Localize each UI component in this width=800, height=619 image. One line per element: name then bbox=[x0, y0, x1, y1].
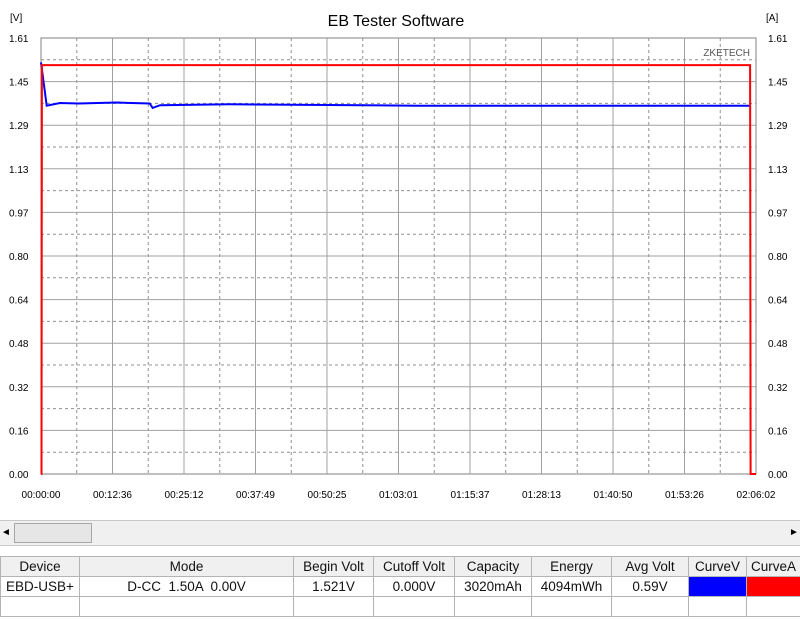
header-curve-a[interactable]: CurveA bbox=[746, 556, 800, 577]
header-energy[interactable]: Energy bbox=[531, 556, 612, 577]
x-tick-label: 02:06:02 bbox=[737, 490, 776, 501]
x-tick-label: 00:50:25 bbox=[308, 490, 347, 501]
cell-device: EBD-USB+ bbox=[0, 576, 80, 597]
y-tick-label-right: 1.61 bbox=[768, 34, 788, 45]
cell-cutoff-volt: 0.000V bbox=[373, 576, 455, 597]
x-tick-label: 01:03:01 bbox=[379, 490, 418, 501]
right-y-axis: 1.61 1.45 1.29 1.13 0.97 0.80 0.64 0.48 0.32 0.16… bbox=[768, 34, 788, 481]
cell-energy: 4094mWh bbox=[531, 576, 612, 597]
y-tick-label-left: 0.48 bbox=[9, 339, 29, 350]
y-tick-label-right: 1.29 bbox=[768, 121, 788, 132]
header-cutoff-volt[interactable]: Cutoff Volt bbox=[373, 556, 455, 577]
y-tick-label-left: 1.13 bbox=[9, 165, 29, 176]
y-tick-label-left: 1.29 bbox=[9, 121, 29, 132]
header-capacity[interactable]: Capacity bbox=[454, 556, 532, 577]
scroll-right-icon[interactable]: ► bbox=[788, 524, 800, 542]
x-axis: 00:00:00 00:12:36 00:25:12 00:37:49 00:50:25… bbox=[22, 490, 776, 501]
y-tick-label-left: 0.00 bbox=[9, 470, 29, 481]
y-tick-label-right: 1.45 bbox=[768, 78, 788, 89]
results-table: Device Mode Begin Volt Cutoff Volt Capac… bbox=[0, 556, 800, 617]
header-curve-v[interactable]: CurveV bbox=[688, 556, 747, 577]
x-tick-label: 00:25:12 bbox=[165, 490, 204, 501]
y-tick-label-right: 0.97 bbox=[768, 208, 788, 219]
y-tick-label-right: 0.80 bbox=[768, 252, 788, 263]
y-tick-label-right: 1.13 bbox=[768, 165, 788, 176]
y-tick-label-left: 0.16 bbox=[9, 426, 29, 437]
scroll-left-icon[interactable]: ◄ bbox=[0, 524, 12, 542]
y-tick-label-left: 0.80 bbox=[9, 252, 29, 263]
y-tick-label-left: 0.64 bbox=[9, 296, 29, 307]
header-avg-volt[interactable]: Avg Volt bbox=[611, 556, 689, 577]
x-tick-label: 00:12:36 bbox=[93, 490, 132, 501]
y-tick-label-right: 0.48 bbox=[768, 339, 788, 350]
header-mode[interactable]: Mode bbox=[79, 556, 294, 577]
watermark: ZKETECH bbox=[703, 48, 750, 59]
table-header-row: Device Mode Begin Volt Cutoff Volt Capac… bbox=[0, 556, 800, 577]
scrollbar-thumb[interactable] bbox=[14, 523, 92, 543]
y-tick-label-left: 0.97 bbox=[9, 208, 29, 219]
left-axis-unit: [V] bbox=[10, 13, 22, 24]
cell-capacity: 3020mAh bbox=[454, 576, 532, 597]
y-tick-label-right: 0.32 bbox=[768, 383, 788, 394]
cell-begin-volt: 1.521V bbox=[293, 576, 374, 597]
right-axis-unit: [A] bbox=[766, 13, 778, 24]
cell-mode: D-CC 1.50A 0.00V bbox=[79, 576, 294, 597]
curve-a-swatch[interactable] bbox=[746, 576, 800, 597]
x-tick-label: 01:15:37 bbox=[451, 490, 490, 501]
horizontal-scrollbar[interactable]: ◄ ► bbox=[0, 520, 800, 546]
x-tick-label: 00:37:49 bbox=[236, 490, 275, 501]
table-row-empty bbox=[0, 596, 800, 617]
y-tick-label-left: 0.32 bbox=[9, 383, 29, 394]
chart: EB Tester Software [V] [A] 1.611.451.291… bbox=[9, 13, 788, 501]
y-tick-label-left: 1.61 bbox=[9, 34, 29, 45]
cell-avg-volt: 0.59V bbox=[611, 576, 689, 597]
y-tick-label-left: 1.45 bbox=[9, 78, 29, 89]
table-row[interactable]: EBD-USB+ D-CC 1.50A 0.00V 1.521V 0.000V … bbox=[0, 576, 800, 597]
y-tick-label-right: 0.64 bbox=[768, 296, 788, 307]
header-begin-volt[interactable]: Begin Volt bbox=[293, 556, 374, 577]
left-y-axis: 1.61 1.45 1.29 1.13 0.97 0.80 0.64 0.48 0.32 0.16… bbox=[9, 34, 29, 481]
x-tick-label: 01:53:26 bbox=[665, 490, 704, 501]
x-tick-label: 00:00:00 bbox=[22, 490, 61, 501]
header-device[interactable]: Device bbox=[0, 556, 80, 577]
y-tick-label-right: 0.16 bbox=[768, 426, 788, 437]
curve-v-swatch[interactable] bbox=[688, 576, 747, 597]
y-tick-label-right: 0.00 bbox=[768, 470, 788, 481]
chart-title: EB Tester Software bbox=[328, 13, 465, 30]
series-line-left bbox=[40, 62, 751, 110]
x-tick-label: 01:28:13 bbox=[522, 490, 561, 501]
x-tick-label: 01:40:50 bbox=[594, 490, 633, 501]
